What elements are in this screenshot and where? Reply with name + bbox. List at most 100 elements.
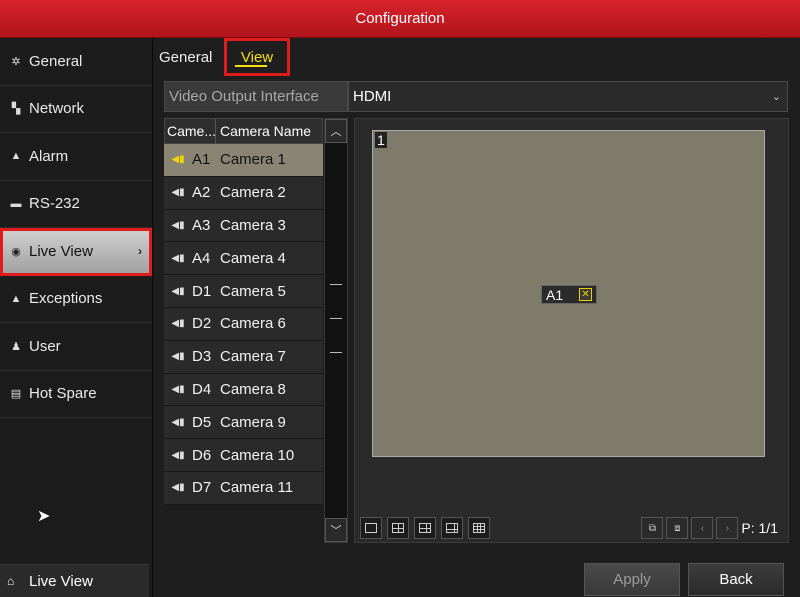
sidebar-item-alarm[interactable]: ▲ Alarm xyxy=(0,133,152,181)
remove-camera-icon[interactable]: ✕ xyxy=(579,288,593,301)
camera-icon: ◀▮ xyxy=(171,154,185,166)
start-live-view-button[interactable]: ⧉ xyxy=(641,517,664,539)
rs232-icon: ▬ xyxy=(10,197,22,210)
mouse-cursor-icon: ➤ xyxy=(37,508,51,525)
sidebar-item-exceptions[interactable]: ▲ Exceptions xyxy=(0,276,152,323)
camera-id: D4 xyxy=(192,380,212,398)
scroll-tick xyxy=(330,318,342,319)
camera-name: Camera 5 xyxy=(220,282,286,300)
scroll-down-button[interactable]: ﹀ xyxy=(325,518,347,542)
camera-table-header: Came... Camera Name xyxy=(164,118,323,144)
network-icon: ▚ xyxy=(11,103,21,116)
chevron-right-icon: › xyxy=(138,244,142,259)
video-output-label: Video Output Interface xyxy=(164,81,348,112)
chevron-right-icon: › xyxy=(725,522,730,534)
title-bar: Configuration xyxy=(0,0,800,38)
chevron-down-icon: ﹀ xyxy=(330,525,342,537)
gear-icon: ✲ xyxy=(11,55,21,68)
table-row[interactable]: ◀▮ A4 Camera 4 xyxy=(164,242,323,276)
sidebar-item-label: General xyxy=(29,52,83,70)
stop-window-icon: ⧈ xyxy=(674,522,681,534)
camera-icon: ◀▮ xyxy=(171,383,185,395)
layout-1plus5-button[interactable] xyxy=(414,517,436,539)
sidebar-item-label: Hot Spare xyxy=(29,385,97,403)
camera-icon: ◀▮ xyxy=(171,219,185,231)
assigned-camera-badge: A1 ✕ xyxy=(541,285,598,304)
table-row[interactable]: ◀▮ D1 Camera 5 xyxy=(164,275,323,308)
chevron-left-icon: ‹ xyxy=(700,522,705,534)
camera-id: D6 xyxy=(192,446,212,464)
sidebar-item-network[interactable]: ▚ Network xyxy=(0,86,152,133)
tab-general[interactable]: General xyxy=(154,38,224,76)
window-number: 1 xyxy=(375,132,387,148)
table-row[interactable]: ◀▮ A2 Camera 2 xyxy=(164,176,323,210)
table-row[interactable]: ◀▮ D5 Camera 9 xyxy=(164,406,323,440)
sidebar-item-label: RS-232 xyxy=(29,195,80,213)
column-header-camera-name[interactable]: Camera Name xyxy=(216,119,322,143)
table-row[interactable]: ◀▮ D2 Camera 6 xyxy=(164,307,323,341)
table-row[interactable]: ◀▮ D6 Camera 10 xyxy=(164,439,323,472)
live-view-button[interactable]: ⌂ Live View xyxy=(0,564,149,597)
scroll-tick xyxy=(330,284,342,285)
preview-window[interactable]: 1 A1 ✕ xyxy=(372,130,765,457)
table-row[interactable]: ◀▮ D7 Camera 11 xyxy=(164,471,323,505)
camera-icon: ◀▮ xyxy=(171,351,185,363)
tab-view[interactable]: View xyxy=(224,38,290,76)
sidebar-item-label: User xyxy=(29,337,61,355)
back-button[interactable]: Back xyxy=(688,563,784,596)
camera-icon: ◀▮ xyxy=(171,252,185,264)
eye-icon: ◉ xyxy=(11,245,21,258)
table-row[interactable]: ◀▮ A1 Camera 1 xyxy=(164,144,323,177)
previous-page-button[interactable]: ‹ xyxy=(691,517,714,539)
camera-name: Camera 1 xyxy=(220,151,286,169)
camera-id: A1 xyxy=(192,151,211,169)
sidebar-item-rs232[interactable]: ▬ RS-232 xyxy=(0,181,152,228)
camera-id: D1 xyxy=(192,282,212,300)
apply-button[interactable]: Apply xyxy=(584,563,680,596)
table-row[interactable]: ◀▮ D3 Camera 7 xyxy=(164,340,323,374)
sidebar-item-label: Network xyxy=(29,100,85,118)
camera-list-scrollbar[interactable]: ︿ ﹀ xyxy=(324,118,348,543)
column-header-camera-id[interactable]: Came... xyxy=(165,119,216,143)
table-row[interactable]: ◀▮ D4 Camera 8 xyxy=(164,373,323,407)
video-output-value: HDMI xyxy=(353,88,392,105)
camera-name: Camera 11 xyxy=(220,479,294,497)
layout-2x2-button[interactable] xyxy=(387,517,409,539)
sidebar-item-hot-spare[interactable]: ▤ Hot Spare xyxy=(0,371,152,418)
chevron-up-icon: ︿ xyxy=(330,126,342,138)
video-output-select[interactable]: HDMI ⌄ xyxy=(348,81,788,112)
camera-icon: ◀▮ xyxy=(171,285,185,297)
layout-3x3-button[interactable] xyxy=(468,517,490,539)
quad-window-icon xyxy=(392,523,404,533)
camera-icon: ◀▮ xyxy=(171,482,185,494)
sidebar-item-general[interactable]: ✲ General xyxy=(0,38,152,86)
table-row[interactable]: ◀▮ A3 Camera 3 xyxy=(164,209,323,243)
camera-id: A3 xyxy=(192,216,211,234)
preview-panel: 1 A1 ✕ ⧉ ⧈ ‹ › P: 1/1 xyxy=(354,118,789,543)
home-icon: ⌂ xyxy=(7,574,15,588)
tab-bar: General View xyxy=(154,38,800,76)
scroll-up-button[interactable]: ︿ xyxy=(325,119,347,143)
camera-name: Camera 7 xyxy=(220,348,286,366)
scroll-tick xyxy=(330,352,342,353)
layout-toolbar: ⧉ ⧈ ‹ › P: 1/1 xyxy=(355,514,788,542)
multi-window-icon xyxy=(446,523,458,533)
camera-table: Came... Camera Name ◀▮ A1 Camera 1 ◀▮ A2… xyxy=(164,118,323,505)
layout-1x1-button[interactable] xyxy=(360,517,382,539)
sidebar: ✲ General ▚ Network ▲ Alarm ▬ RS-232 ◉ L… xyxy=(0,38,153,597)
stop-live-view-button[interactable]: ⧈ xyxy=(666,517,689,539)
sidebar-item-live-view[interactable]: ◉ Live View › xyxy=(0,228,152,276)
camera-id: D7 xyxy=(192,479,212,497)
single-window-icon xyxy=(365,523,377,533)
split-window-icon xyxy=(419,523,431,533)
layout-1plus7-button[interactable] xyxy=(441,517,463,539)
sidebar-item-label: Exceptions xyxy=(29,290,103,308)
sidebar-item-user[interactable]: ♟ User xyxy=(0,323,152,371)
next-page-button[interactable]: › xyxy=(716,517,739,539)
window-title: Configuration xyxy=(355,10,445,27)
main-content: General View Video Output Interface HDMI… xyxy=(154,38,800,597)
camera-name: Camera 4 xyxy=(220,249,286,267)
camera-icon: ◀▮ xyxy=(171,318,185,330)
page-indicator: P: 1/1 xyxy=(741,520,778,536)
camera-id: D2 xyxy=(192,315,212,333)
